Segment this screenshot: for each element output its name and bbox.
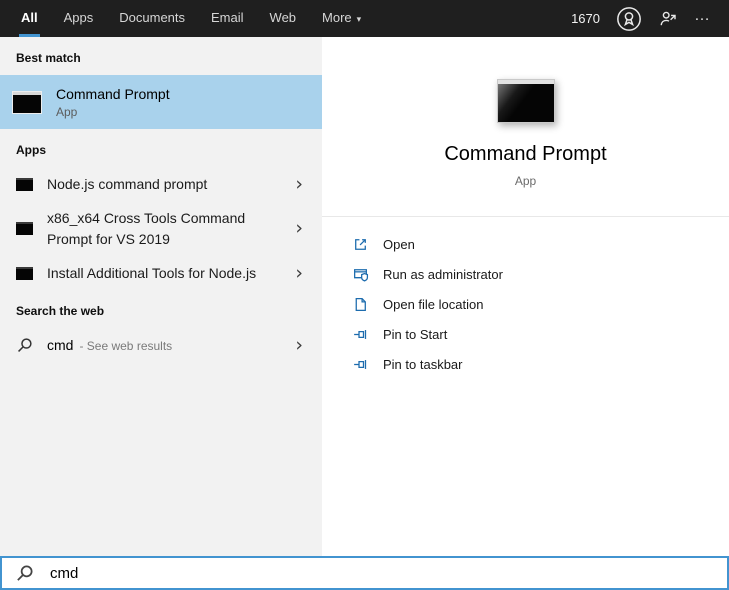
action-run-as-administrator[interactable]: Run as administrator bbox=[352, 259, 729, 289]
rewards-medal-icon[interactable] bbox=[616, 6, 642, 32]
app-list-item-nodejs-prompt[interactable]: Node.js command prompt › bbox=[0, 167, 322, 201]
apps-header: Apps bbox=[16, 143, 46, 157]
terminal-icon bbox=[16, 266, 33, 280]
search-results-area: Best match Command Prompt App Apps Node.… bbox=[0, 37, 729, 556]
action-label: Run as administrator bbox=[383, 266, 503, 282]
best-match-item[interactable]: Command Prompt App bbox=[0, 75, 322, 129]
tab-email[interactable]: Email bbox=[198, 0, 257, 37]
feedback-icon[interactable] bbox=[658, 9, 678, 29]
action-label: Open bbox=[383, 236, 415, 252]
admin-shield-icon bbox=[354, 268, 369, 282]
preview-panel: Command Prompt App Open Run as administr… bbox=[322, 37, 729, 556]
search-filter-tabs: All Apps Documents Email Web More ▾ bbox=[8, 0, 374, 37]
app-label: x86_x64 Cross Tools Command Prompt for V… bbox=[47, 210, 246, 247]
chevron-right-icon: › bbox=[295, 334, 303, 357]
tab-apps[interactable]: Apps bbox=[51, 0, 107, 37]
search-icon bbox=[17, 564, 33, 581]
web-query: cmd bbox=[47, 336, 74, 353]
pin-icon bbox=[354, 329, 367, 339]
preview-title: Command Prompt bbox=[444, 143, 607, 165]
terminal-icon bbox=[16, 222, 33, 236]
web-result-text: cmd - See web results bbox=[47, 337, 172, 355]
app-list-item-install-node-tools[interactable]: Install Additional Tools for Node.js › bbox=[0, 256, 322, 290]
app-list-item-vs-cross-tools[interactable]: x86_x64 Cross Tools Command Prompt for V… bbox=[0, 201, 322, 256]
action-pin-to-taskbar[interactable]: Pin to taskbar bbox=[352, 349, 729, 379]
open-icon bbox=[355, 238, 366, 250]
action-open-file-location[interactable]: Open file location bbox=[352, 289, 729, 319]
best-match-text: Command Prompt App bbox=[56, 86, 170, 119]
action-list: Open Run as administrator Open file loca… bbox=[322, 217, 729, 379]
chevron-right-icon: › bbox=[295, 217, 303, 240]
best-match-subtitle: App bbox=[56, 104, 78, 119]
best-match-header: Best match bbox=[16, 51, 81, 65]
tab-documents[interactable]: Documents bbox=[106, 0, 198, 37]
terminal-icon bbox=[16, 177, 33, 191]
chevron-right-icon: › bbox=[295, 172, 303, 195]
command-prompt-icon bbox=[12, 90, 42, 114]
action-pin-to-start[interactable]: Pin to Start bbox=[352, 319, 729, 349]
search-bar[interactable] bbox=[0, 556, 729, 590]
web-suffix: - See web results bbox=[79, 338, 173, 353]
app-label: Node.js command prompt bbox=[47, 176, 208, 192]
file-location-icon bbox=[355, 297, 366, 311]
action-label: Pin to Start bbox=[383, 326, 448, 342]
action-open[interactable]: Open bbox=[352, 229, 729, 259]
search-web-header: Search the web bbox=[16, 304, 105, 319]
preview-subtitle: App bbox=[514, 174, 537, 188]
tab-web[interactable]: Web bbox=[257, 0, 310, 37]
tab-all[interactable]: All bbox=[8, 0, 51, 37]
windows-search-flyout: All Apps Documents Email Web More ▾ 1670 … bbox=[0, 0, 729, 590]
pin-icon bbox=[354, 359, 367, 369]
best-match-title: Command Prompt bbox=[56, 85, 170, 102]
results-panel: Best match Command Prompt App Apps Node.… bbox=[0, 37, 322, 556]
app-label: Install Additional Tools for Node.js bbox=[47, 264, 257, 281]
tab-more-label: More bbox=[322, 10, 352, 25]
search-icon bbox=[18, 338, 32, 353]
action-label: Open file location bbox=[383, 296, 484, 312]
action-label: Pin to taskbar bbox=[383, 356, 463, 372]
more-options-ellipsis[interactable]: … bbox=[694, 7, 711, 31]
rewards-points[interactable]: 1670 bbox=[571, 11, 600, 26]
chevron-right-icon: › bbox=[295, 261, 303, 284]
search-input[interactable] bbox=[50, 564, 727, 582]
tab-more[interactable]: More ▾ bbox=[309, 0, 374, 37]
web-result-item[interactable]: cmd - See web results › bbox=[0, 328, 322, 363]
command-prompt-large-icon bbox=[496, 79, 555, 123]
topbar-right: 1670 … bbox=[571, 0, 729, 37]
chevron-down-icon: ▾ bbox=[356, 14, 362, 24]
topbar: All Apps Documents Email Web More ▾ 1670 … bbox=[0, 0, 729, 37]
